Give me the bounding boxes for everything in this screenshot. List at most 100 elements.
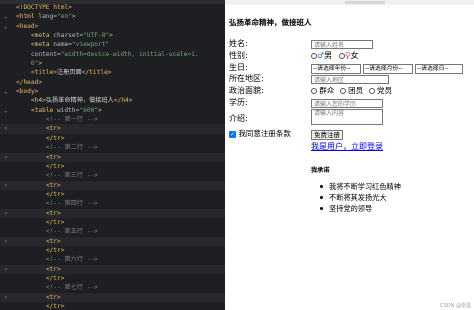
gutter-blank <box>4 59 10 68</box>
code-token: </tr> <box>45 134 65 142</box>
code-token: <tr> <box>45 209 61 217</box>
code-line[interactable]: <title>注册页面</title> <box>0 68 225 77</box>
code-line[interactable]: ⌄ <html lang="en"> <box>0 12 225 21</box>
code-line[interactable]: › <tr> <box>0 124 225 134</box>
fold-arrow-icon[interactable]: › <box>4 124 10 133</box>
code-line[interactable]: ⌄ <body> <box>0 87 225 96</box>
fold-arrow-icon[interactable]: › <box>4 237 10 246</box>
code-text: <!DOCTYPE html> <box>16 3 72 12</box>
politics-masses-radio[interactable] <box>311 88 317 94</box>
fold-arrow-icon[interactable]: ⌄ <box>4 12 10 21</box>
fold-arrow-icon[interactable]: › <box>4 293 10 302</box>
code-line[interactable]: <meta charset="UTF-8"> <box>0 31 225 40</box>
code-line[interactable]: ⌄ <head> <box>0 22 225 31</box>
code-line[interactable]: <!-- 第五行 --> <box>0 227 225 236</box>
code-line[interactable]: › <tr> <box>0 180 225 190</box>
code-line[interactable]: › <tr> <box>0 264 225 274</box>
code-line[interactable]: </tr> <box>0 162 225 171</box>
code-token: <table <box>30 106 57 114</box>
list-item: 不断将其发扬光大 <box>319 192 401 203</box>
code-line[interactable]: </tr> <box>0 246 225 255</box>
code-token: content= <box>30 50 61 58</box>
gutter-blank <box>4 255 10 264</box>
code-text: <!-- 第三行 --> <box>16 171 98 180</box>
code-text: content="width=device-width, initial-sca… <box>16 50 199 59</box>
code-line[interactable]: <!DOCTYPE html> <box>0 3 225 12</box>
intro-textarea[interactable]: 请输入内容 <box>311 109 383 125</box>
page-title: 弘扬革命精神，做接班人 <box>229 18 312 27</box>
code-line[interactable]: </tr> <box>0 302 225 310</box>
register-button[interactable]: 免费注册 <box>311 130 343 140</box>
code-token: </tr> <box>45 218 65 226</box>
code-line[interactable]: </tr> <box>0 218 225 227</box>
day-select-value: --请选择日-- <box>417 66 449 72</box>
code-line[interactable]: content="width=device-width, initial-sca… <box>0 50 225 59</box>
gutter-blank <box>4 78 10 87</box>
name-input[interactable]: 请输入姓名 <box>311 40 373 49</box>
day-select[interactable]: --请选择日-- <box>415 64 463 74</box>
code-token: <tr> <box>45 153 61 161</box>
fold-arrow-icon[interactable]: ⌄ <box>4 106 10 115</box>
code-line[interactable]: 0"> <box>0 59 225 68</box>
code-token: <!-- 第五行 --> <box>16 228 98 236</box>
code-text: <tr> <box>16 181 61 190</box>
gutter-blank <box>4 134 10 143</box>
code-line[interactable]: </head> <box>0 78 225 87</box>
region-input[interactable]: 请输入地区 <box>311 75 389 84</box>
code-text: <meta name="viewport" <box>16 40 109 49</box>
code-line[interactable]: <meta name="viewport" <box>0 40 225 49</box>
fold-arrow-icon[interactable]: › <box>4 209 10 218</box>
gutter-blank <box>4 96 10 105</box>
code-line[interactable]: <!-- 第一行 --> <box>0 115 225 124</box>
gutter-blank <box>4 302 10 310</box>
code-line[interactable]: › <tr> <box>0 152 225 162</box>
list-item: 我将不断学习红色精神 <box>319 181 401 192</box>
politics-league-radio[interactable] <box>339 88 346 94</box>
code-line[interactable]: <!-- 第二行 --> <box>0 143 225 152</box>
code-line[interactable]: <!-- 第四行 --> <box>0 199 225 208</box>
code-text: <!-- 第七行 --> <box>16 283 98 292</box>
politics-group: 群众 团员 党员 <box>311 85 392 97</box>
code-token: <tr> <box>45 237 61 245</box>
politics-party-label: 党员 <box>376 86 392 95</box>
fold-arrow-icon[interactable]: › <box>4 153 10 162</box>
politics-party-radio[interactable] <box>368 88 375 94</box>
code-line[interactable]: <h4>弘扬革命精神，做接班人</h4> <box>0 96 225 105</box>
month-select[interactable]: --请选择月份-- <box>363 64 413 74</box>
login-link[interactable]: 我是用户，立即登录 <box>311 141 383 152</box>
year-select[interactable]: --请选择年份-- <box>311 64 361 74</box>
code-line[interactable]: ⌄ <table width="600"> <box>0 106 225 115</box>
education-input[interactable]: 请输入您的学历 <box>311 99 383 108</box>
fold-arrow-icon[interactable]: ⌄ <box>4 22 10 31</box>
code-line[interactable]: </tr> <box>0 190 225 199</box>
code-editor[interactable]: <!DOCTYPE html> ⌄ <html lang="en"> ⌄ <head> … <box>0 0 225 310</box>
code-line[interactable]: </tr> <box>0 274 225 283</box>
fold-arrow-icon[interactable]: › <box>4 181 10 190</box>
code-token: > <box>97 106 102 114</box>
code-token: "viewport" <box>71 41 110 49</box>
code-line[interactable]: <!-- 第六行 --> <box>0 255 225 264</box>
code-line[interactable]: </tr> <box>0 134 225 143</box>
preview-tab-strip <box>345 1 385 4</box>
code-token: > <box>38 60 43 68</box>
code-line[interactable]: › <tr> <box>0 208 225 218</box>
code-text: </tr> <box>16 246 65 255</box>
fold-arrow-icon[interactable]: ⌄ <box>4 87 10 96</box>
politics-masses-label: 群众 <box>319 86 335 95</box>
code-line[interactable]: <!-- 第七行 --> <box>0 283 225 292</box>
promise-title: 我承诺 <box>311 167 330 174</box>
politics-league-label: 团员 <box>348 86 364 95</box>
code-line[interactable]: <!-- 第三行 --> <box>0 171 225 180</box>
agree-checkbox[interactable] <box>229 129 236 141</box>
code-line[interactable]: › <tr> <box>0 292 225 302</box>
code-line[interactable]: › <tr> <box>0 236 225 246</box>
agree-row: 我同意注册条款 <box>229 128 291 141</box>
gutter-blank <box>4 68 10 77</box>
fold-arrow-icon[interactable]: › <box>4 265 10 274</box>
